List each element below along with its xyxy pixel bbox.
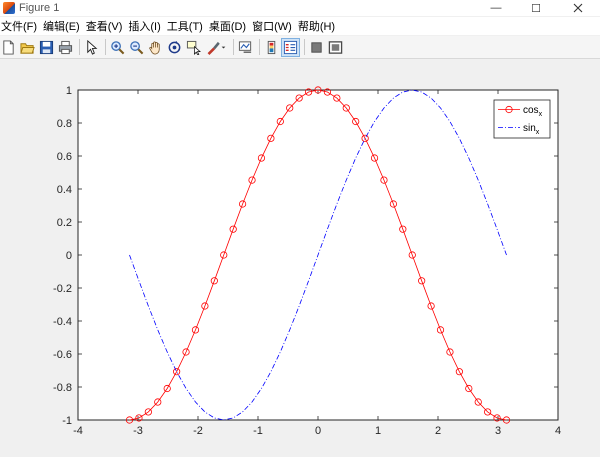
legend-label-sin-name: sin <box>523 123 536 134</box>
menu-tools[interactable]: 工具(T) <box>166 18 208 34</box>
rotate-3d-button[interactable] <box>166 39 183 56</box>
colorbar-icon <box>267 40 276 54</box>
menu-bar: 文件(F) 编辑(E) 查看(V) 插入(I) 工具(T) 桌面(D) 窗口(W… <box>0 17 600 35</box>
y-tick-label: -0.2 <box>53 283 72 295</box>
x-tick-label: -3 <box>133 425 143 437</box>
close-icon <box>573 3 583 13</box>
edit-plot-button[interactable] <box>83 39 100 56</box>
y-tick-label: -0.4 <box>53 316 72 328</box>
figure-area: -4 -3 -2 -1 0 1 2 3 4 -1 -0.8 -0.6 -0.4 -0.2 0 0.2 0.4 0.… <box>0 59 600 457</box>
menu-edit[interactable]: 编辑(E) <box>42 18 85 34</box>
link-plot-icon <box>238 40 252 53</box>
x-tick-label: 4 <box>555 425 561 437</box>
zoom-out-icon <box>130 40 144 54</box>
legend[interactable]: cosx sinx <box>493 99 551 139</box>
y-tick-label: -1 <box>62 415 72 427</box>
save-button[interactable] <box>38 39 55 56</box>
matlab-logo-icon <box>3 2 15 14</box>
print-button[interactable] <box>57 39 74 56</box>
menu-file[interactable]: 文件(F) <box>0 18 42 34</box>
rotate-3d-icon <box>168 40 181 53</box>
legend-label-cos-subscript: x <box>539 111 543 118</box>
menu-desktop[interactable]: 桌面(D) <box>208 18 251 34</box>
pointer-icon <box>87 39 98 55</box>
legend-icon <box>283 40 298 54</box>
open-file-icon <box>20 42 35 54</box>
legend-label-cos-name: cos <box>523 105 539 116</box>
window-title: Figure 1 <box>19 2 60 14</box>
y-tick-label: 0 <box>66 250 72 262</box>
minimize-button[interactable]: — <box>476 0 516 16</box>
y-tick-label: -0.8 <box>53 382 72 394</box>
new-figure-icon <box>3 39 14 55</box>
legend-button[interactable] <box>281 37 300 57</box>
plot-canvas[interactable]: -4 -3 -2 -1 0 1 2 3 4 -1 -0.8 -0.6 -0.4 -0.2 0 0.2 0.4 0.… <box>0 59 600 457</box>
new-figure-button[interactable] <box>0 39 17 56</box>
save-icon <box>39 40 54 54</box>
x-tick-label: -2 <box>193 425 203 437</box>
x-tick-label: -4 <box>73 425 83 437</box>
menu-insert[interactable]: 插入(I) <box>127 18 165 34</box>
brush-button[interactable] <box>204 39 228 56</box>
legend-box <box>493 99 551 139</box>
print-icon <box>58 40 73 54</box>
toolbar-separator <box>233 39 234 55</box>
y-tick-label: 0.2 <box>57 217 72 229</box>
open-file-button[interactable] <box>19 39 36 56</box>
legend-label-sin-subscript: x <box>536 129 540 136</box>
x-tick-label: 0 <box>315 425 321 437</box>
y-tick-label: 0.6 <box>57 151 72 163</box>
figure-toolbar <box>0 36 600 59</box>
pan-hand-icon <box>149 41 160 54</box>
window-controls: — ☐ <box>476 0 600 16</box>
toolbar-separator <box>79 39 80 55</box>
y-tick-label: -0.6 <box>53 349 72 361</box>
maximize-button[interactable]: ☐ <box>516 0 556 16</box>
x-tick-label: -1 <box>253 425 263 437</box>
zoom-in-button[interactable] <box>109 39 126 56</box>
hide-plot-tools-icon <box>311 41 322 53</box>
brush-icon <box>207 41 226 55</box>
pan-button[interactable] <box>147 39 164 56</box>
toolbar-separator <box>259 39 260 55</box>
show-plot-tools-icon <box>328 40 343 54</box>
data-cursor-button[interactable] <box>185 39 202 56</box>
y-tick-label: 1 <box>66 85 72 97</box>
menu-window[interactable]: 窗口(W) <box>251 18 297 34</box>
title-bar: Figure 1 — ☐ <box>0 0 600 16</box>
y-tick-label: 0.8 <box>57 118 72 130</box>
x-tick-label: 2 <box>435 425 441 437</box>
y-tick-label: 0.4 <box>57 184 72 196</box>
menu-help[interactable]: 帮助(H) <box>297 18 340 34</box>
show-plot-tools-button[interactable] <box>327 39 344 56</box>
toolbar-separator <box>105 39 106 55</box>
x-tick-label: 3 <box>495 425 501 437</box>
x-tick-label: 1 <box>375 425 381 437</box>
colorbar-button[interactable] <box>263 39 280 56</box>
zoom-out-button[interactable] <box>128 39 145 56</box>
toolbar-separator <box>304 39 305 55</box>
link-plot-button[interactable] <box>237 39 254 56</box>
hide-plot-tools-button[interactable] <box>308 39 325 56</box>
menu-view[interactable]: 查看(V) <box>85 18 128 34</box>
data-cursor-icon <box>186 40 201 55</box>
zoom-in-icon <box>111 40 125 54</box>
close-button[interactable] <box>556 0 600 16</box>
